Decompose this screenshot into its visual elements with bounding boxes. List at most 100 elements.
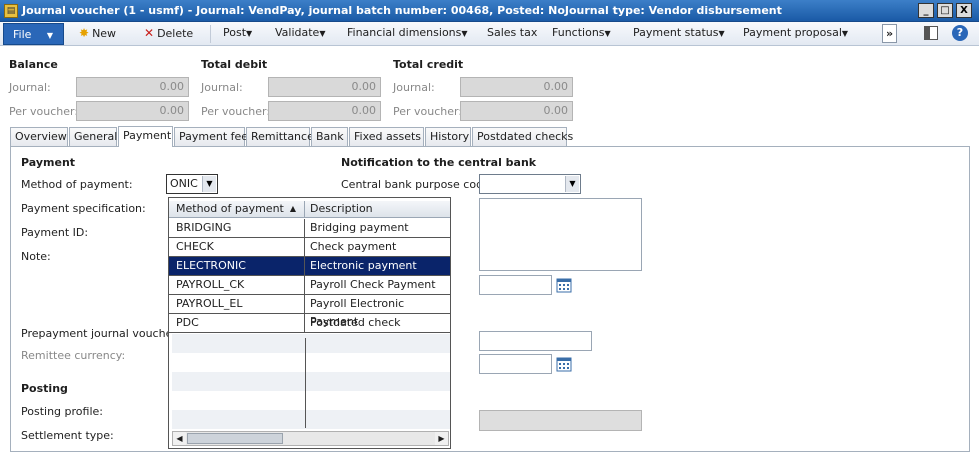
date-field[interactable] <box>479 275 552 295</box>
lookup-row-selected[interactable]: ELECTRONIC Electronic payment <box>169 257 450 276</box>
new-button[interactable]: ✸ New <box>79 26 116 40</box>
caret-down-icon: ▼ <box>246 29 253 38</box>
financial-dimensions-label: Financial dimensions <box>347 26 462 39</box>
delete-button[interactable]: ✕ Delete <box>144 26 193 40</box>
payment-group-header: Payment <box>21 156 76 169</box>
prepayment-voucher-field[interactable] <box>479 331 592 351</box>
central-bank-purpose-code-combo[interactable]: ▼ <box>479 174 581 194</box>
delete-x-icon: ✕ <box>144 26 155 40</box>
minimize-button[interactable]: _ <box>918 3 934 18</box>
balance-per-voucher-field: 0.00 <box>76 101 189 121</box>
tab-bank[interactable]: Bank <box>311 127 348 146</box>
file-menu-button[interactable]: File ▼ <box>3 23 64 45</box>
dropdown-arrow-icon[interactable]: ▼ <box>565 176 579 192</box>
lookup-empty-row <box>172 334 450 353</box>
second-date-field[interactable] <box>479 354 552 374</box>
lookup-cell-method: CHECK <box>172 238 305 256</box>
tab-payment[interactable]: Payment <box>118 126 173 147</box>
lookup-row[interactable]: CHECK Check payment <box>169 238 450 257</box>
sparkle-new-icon: ✸ <box>79 26 90 40</box>
caret-down-icon: ▼ <box>461 29 468 38</box>
method-of-payment-combo[interactable]: ONIC ▼ <box>166 174 218 194</box>
note-textarea[interactable] <box>479 198 642 271</box>
tab-fixed-assets[interactable]: Fixed assets <box>349 127 424 146</box>
lookup-row[interactable]: PAYROLL_CK Payroll Check Payment <box>169 276 450 295</box>
payment-status-menu-button[interactable]: Payment status▼ <box>633 26 725 39</box>
tab-overview[interactable]: Overview <box>10 127 68 146</box>
calendar-icon[interactable] <box>556 356 572 372</box>
total-credit-per-voucher-field: 0.00 <box>460 101 573 121</box>
lookup-row[interactable]: BRIDGING Bridging payment <box>169 219 450 238</box>
total-credit-per-voucher-label: Per voucher: <box>393 105 463 118</box>
financial-dimensions-menu-button[interactable]: Financial dimensions▼ <box>347 26 468 39</box>
total-debit-per-voucher-label: Per voucher: <box>201 105 271 118</box>
total-credit-journal-field: 0.00 <box>460 77 573 97</box>
lookup-column-divider <box>305 338 306 428</box>
posting-profile-label: Posting profile: <box>21 405 103 418</box>
lookup-row[interactable]: PAYROLL_EL Payroll Electronic Payment <box>169 295 450 328</box>
post-menu-button[interactable]: Post▼ <box>223 26 252 39</box>
window-title: Journal voucher (1 - usmf) - Journal: Ve… <box>22 4 782 17</box>
caret-down-icon: ▼ <box>841 29 849 38</box>
lookup-row[interactable]: PDC Postdated check <box>169 314 450 333</box>
tab-payment-fee[interactable]: Payment fee <box>174 127 248 146</box>
lookup-cell-description: Check payment <box>310 240 397 253</box>
chevron-down-icon: ▼ <box>46 31 54 40</box>
posting-group-header: Posting <box>21 382 68 395</box>
tab-general[interactable]: General <box>69 127 117 146</box>
dropdown-arrow-icon[interactable]: ▼ <box>202 176 216 192</box>
lookup-cell-description: Payroll Electronic Payment <box>310 297 405 328</box>
payment-proposal-label: Payment proposal <box>743 26 842 39</box>
tab-postdated-checks[interactable]: Postdated checks <box>472 127 573 146</box>
prepayment-journal-voucher-label: Prepayment journal voucher: <box>21 327 181 340</box>
scroll-left-icon[interactable]: ◀ <box>173 432 186 445</box>
validate-label: Validate <box>275 26 320 39</box>
total-credit-header: Total credit <box>393 58 464 71</box>
payment-status-label: Payment status <box>633 26 719 39</box>
balance-journal-field: 0.00 <box>76 77 189 97</box>
method-of-payment-lookup: Method of payment ▲ Description BRIDGING… <box>168 197 451 449</box>
lookup-column-method-label: Method of payment <box>176 202 284 215</box>
balance-header: Balance <box>9 58 58 71</box>
tab-history[interactable]: History <box>425 127 471 146</box>
balance-per-voucher-label: Per voucher: <box>9 105 79 118</box>
functions-menu-button[interactable]: Functions▼ <box>552 26 611 39</box>
lookup-column-method[interactable]: Method of payment ▲ <box>172 201 305 218</box>
close-button[interactable]: X <box>956 3 972 18</box>
total-debit-per-voucher-field: 0.00 <box>268 101 381 121</box>
file-label: File <box>13 28 32 41</box>
lookup-column-description[interactable]: Description <box>306 201 449 218</box>
journal-app-icon: ▤ <box>4 4 18 18</box>
method-of-payment-label: Method of payment: <box>21 178 133 191</box>
action-pane: File ▼ ✸ New ✕ Delete Post▼ Validate▼ Fina… <box>0 22 979 46</box>
overflow-button[interactable]: » <box>882 24 897 43</box>
caret-down-icon: ▼ <box>604 29 611 38</box>
scroll-thumb[interactable] <box>187 433 283 444</box>
total-debit-journal-label: Journal: <box>201 81 243 94</box>
payment-proposal-menu-button[interactable]: Payment proposal▼ <box>743 26 848 39</box>
delete-label: Delete <box>157 27 194 40</box>
lookup-empty-row <box>172 372 450 391</box>
lookup-cell-method: PDC <box>172 314 305 332</box>
new-label: New <box>92 27 117 40</box>
lookup-cell-method: PAYROLL_EL <box>172 295 305 313</box>
lookup-horizontal-scrollbar[interactable]: ◀ ▶ <box>172 431 449 446</box>
maximize-button[interactable]: □ <box>937 3 953 18</box>
scroll-right-icon[interactable]: ▶ <box>435 432 448 445</box>
help-icon[interactable]: ? <box>952 25 968 41</box>
tab-remittance[interactable]: Remittance <box>246 127 314 146</box>
caret-down-icon: ▼ <box>718 29 725 38</box>
calendar-icon[interactable] <box>556 277 572 293</box>
settlement-type-label: Settlement type: <box>21 429 114 442</box>
lookup-cell-description: Electronic payment <box>310 259 417 272</box>
sort-ascending-icon: ▲ <box>289 204 296 213</box>
lookup-cell-description: Payroll Check Payment <box>310 278 436 291</box>
lookup-empty-row <box>172 353 450 372</box>
lookup-cell-description: Postdated check <box>310 316 401 329</box>
lookup-cell-method: BRIDGING <box>172 219 305 237</box>
notification-group-header: Notification to the central bank <box>341 156 537 169</box>
sales-tax-button[interactable]: Sales tax <box>487 26 537 39</box>
validate-menu-button[interactable]: Validate▼ <box>275 26 325 39</box>
layout-toggle-icon[interactable] <box>924 26 938 40</box>
post-label: Post <box>223 26 247 39</box>
